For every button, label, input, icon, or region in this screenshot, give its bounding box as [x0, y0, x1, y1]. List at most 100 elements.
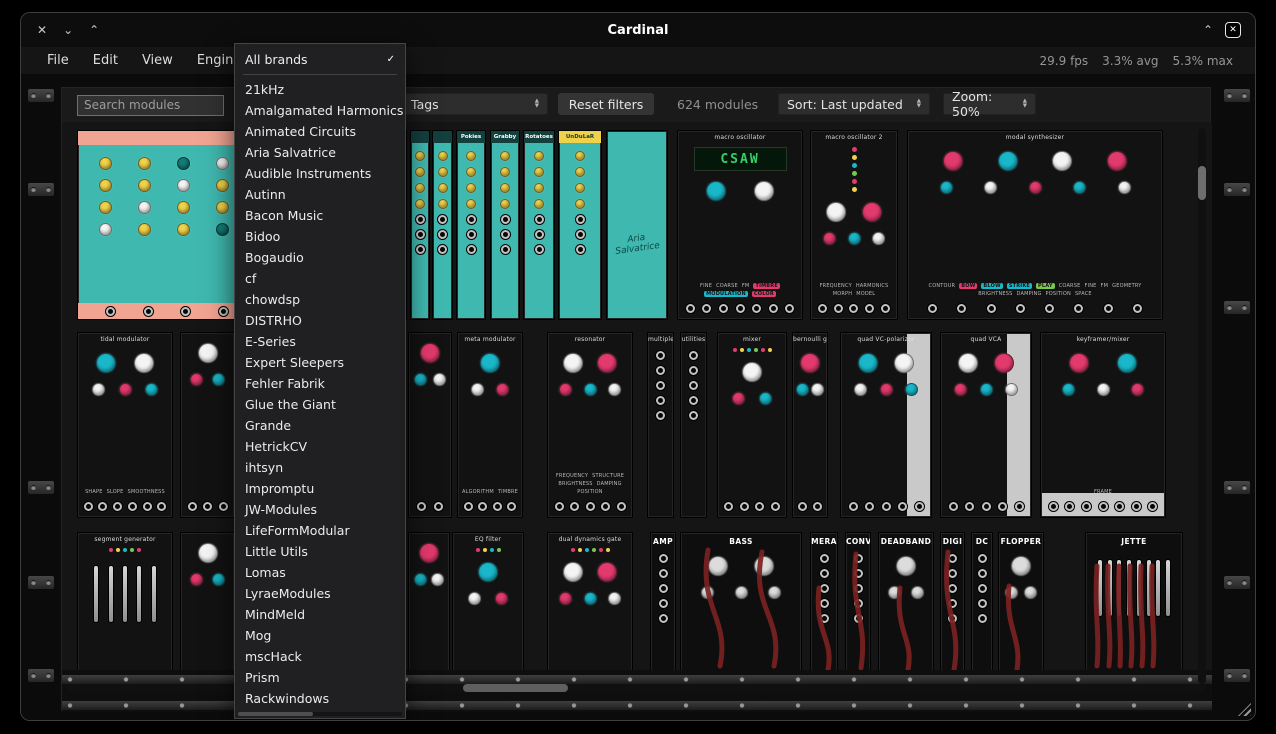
collapse-icon[interactable]: ⌃ — [1203, 23, 1213, 37]
knob — [575, 183, 585, 193]
brand-menu-item[interactable]: cf — [235, 268, 405, 289]
led — [137, 548, 141, 552]
module-panel[interactable]: keyframer/mixerFRAME — [1040, 332, 1166, 518]
knob — [608, 383, 621, 396]
module-panel[interactable]: tidal modulatorSHAPESLOPESMOOTHNESS — [77, 332, 173, 518]
module-panel[interactable]: JETTE — [1085, 532, 1183, 670]
module-panel[interactable] — [410, 130, 430, 320]
knob — [177, 157, 190, 170]
module-panel[interactable]: DEADBANDWIDTHGAP — [878, 532, 934, 670]
module-panel[interactable]: Aria Salvatrice — [606, 130, 668, 320]
knob — [145, 383, 158, 396]
vertical-scrollbar-thumb[interactable] — [1198, 166, 1206, 200]
brand-menu-item[interactable]: chowdsp — [235, 289, 405, 310]
brand-menu-item[interactable]: Audible Instruments — [235, 163, 405, 184]
brand-menu-item[interactable]: Rackwindows — [235, 688, 405, 709]
brand-menu-item[interactable]: ihtsyn — [235, 457, 405, 478]
module-panel[interactable]: modal synthesizerCONTOURBOWBLOWSTRIKEPLA… — [907, 130, 1163, 320]
module-panel[interactable]: Grabby — [490, 130, 520, 320]
module-panel[interactable]: UnDuLaR — [558, 130, 602, 320]
close-window-icon[interactable]: ✕ — [37, 23, 47, 37]
brand-menu-item[interactable]: Lomas — [235, 562, 405, 583]
brand-menu-item[interactable]: LyraeModules — [235, 583, 405, 604]
knob — [701, 586, 714, 599]
brand-menu-item[interactable]: Bogaudio — [235, 247, 405, 268]
module-panel[interactable] — [408, 332, 452, 518]
brand-menu-item[interactable]: Bacon Music — [235, 205, 405, 226]
brand-menu-item[interactable]: E-Series — [235, 331, 405, 352]
module-panel[interactable]: multiples — [647, 332, 674, 518]
module-panel[interactable]: AMPCVIN — [650, 532, 676, 670]
tags-dropdown[interactable]: Tags ▲▼ — [402, 93, 548, 115]
slider — [1166, 560, 1170, 616]
module-panel[interactable]: meta modulatorALGORITHMTIMBRE — [457, 332, 523, 518]
menu-scrollbar[interactable] — [238, 712, 402, 716]
menu-scrollbar-thumb[interactable] — [238, 712, 313, 716]
brand-menu-item[interactable]: All brands✓ — [235, 49, 405, 70]
module-panel[interactable]: segment generator — [77, 532, 173, 670]
brand-menu-item[interactable]: LifeFormModular — [235, 520, 405, 541]
brand-menu-item[interactable]: mscHack — [235, 646, 405, 667]
module-panel[interactable]: quad VCA — [940, 332, 1032, 518]
led — [490, 548, 494, 552]
brand-menu-item[interactable]: Animated Circuits — [235, 121, 405, 142]
brand-menu-item[interactable]: JW-Modules — [235, 499, 405, 520]
module-panel[interactable]: macro oscillator 2FREQUENCYHARMONICSMORP… — [810, 130, 898, 320]
brand-menu-item[interactable]: Expert Sleepers — [235, 352, 405, 373]
brand-menu-item[interactable]: Bidoo — [235, 226, 405, 247]
brand-menu-item[interactable]: Impromptu — [235, 478, 405, 499]
reset-filters-button[interactable]: Reset filters — [558, 93, 654, 115]
knob-row — [681, 556, 801, 576]
module-panel[interactable]: bernoulli gate — [792, 332, 828, 518]
slider — [137, 566, 141, 622]
brand-menu-item[interactable]: HetrickCV — [235, 436, 405, 457]
menu-view[interactable]: View — [142, 53, 173, 68]
brand-menu-item[interactable]: Glue the Giant — [235, 394, 405, 415]
module-panel[interactable]: DIGICV — [940, 532, 965, 670]
brand-menu-item[interactable]: Aria Salvatrice — [235, 142, 405, 163]
x-logo-icon[interactable]: ✕ — [1225, 22, 1241, 38]
knob — [466, 167, 476, 177]
brand-menu-item[interactable]: Grande — [235, 415, 405, 436]
module-panel[interactable]: dual dynamics gateMODSHAPEEXCITE — [547, 532, 633, 670]
brand-menu-item[interactable]: Amalgamated Harmonics — [235, 100, 405, 121]
module-panel[interactable] — [180, 532, 235, 670]
module-panel[interactable] — [180, 332, 235, 518]
brand-menu-item[interactable]: 21kHz — [235, 79, 405, 100]
horizontal-scrollbar-thumb[interactable] — [463, 684, 568, 692]
menu-edit[interactable]: Edit — [93, 53, 118, 68]
chevron-up-icon[interactable]: ⌃ — [89, 23, 99, 37]
module-panel[interactable]: Rotatoes — [523, 130, 555, 320]
brand-menu-item[interactable]: Prism — [235, 667, 405, 688]
module-panel[interactable]: CONVCV — [845, 532, 871, 670]
module-panel[interactable]: quad VC-polarizer — [840, 332, 932, 518]
brand-menu-item[interactable]: MindMeld — [235, 604, 405, 625]
module-panel[interactable]: resonatorFREQUENCYSTRUCTUREBRIGHTNESSDAM… — [547, 332, 633, 518]
sort-dropdown[interactable]: Sort: Last updated ▲▼ — [778, 93, 930, 115]
module-panel[interactable]: mixer — [717, 332, 787, 518]
module-panel[interactable] — [408, 532, 450, 670]
search-input[interactable] — [77, 95, 224, 116]
menu-file[interactable]: File — [47, 53, 69, 68]
module-panel[interactable]: MERACV — [810, 532, 838, 670]
knob — [597, 353, 617, 373]
module-title: JETTE — [1086, 533, 1182, 546]
chevron-down-icon[interactable]: ⌄ — [63, 23, 73, 37]
module-panel[interactable]: EQ filterFREQGAIN — [452, 532, 524, 670]
brand-menu-item[interactable]: Little Utils — [235, 541, 405, 562]
brand-menu-item[interactable]: Fehler Fabrik — [235, 373, 405, 394]
brand-menu-item[interactable]: Autinn — [235, 184, 405, 205]
module-panel[interactable]: DC — [971, 532, 993, 670]
module-panel[interactable]: FLOPPERCV — [998, 532, 1044, 670]
zoom-dropdown[interactable]: Zoom: 50% ▲▼ — [943, 93, 1036, 115]
module-panel[interactable] — [432, 130, 453, 320]
vertical-scrollbar[interactable] — [1198, 128, 1206, 684]
module-panel[interactable]: utilities — [680, 332, 707, 518]
module-panel[interactable]: BASSCVCUTOFFRESONANCEDECAYENVMODACCENTGA… — [680, 532, 802, 670]
brand-menu-item[interactable]: DISTRHO — [235, 310, 405, 331]
module-panel[interactable]: Pokies — [456, 130, 486, 320]
module-panel[interactable]: macro oscillatorCSAWFINECOARSEFMTIMBREMO… — [677, 130, 803, 320]
port — [438, 245, 447, 254]
rack-rail-plate — [28, 481, 54, 494]
brand-menu-item[interactable]: Mog — [235, 625, 405, 646]
